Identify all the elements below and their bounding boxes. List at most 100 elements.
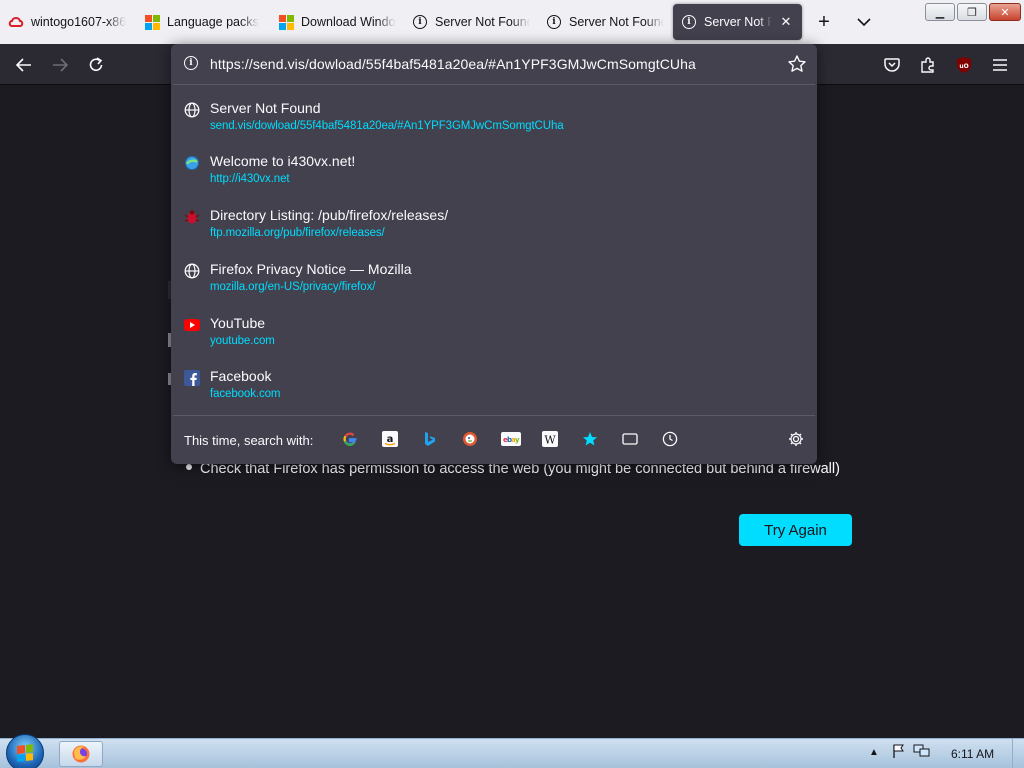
amazon-icon[interactable]: a <box>381 430 399 448</box>
result-url: facebook.com <box>210 388 281 400</box>
try-again-button[interactable]: Try Again <box>739 514 852 546</box>
result-url: http://i430vx.net <box>210 173 290 185</box>
duckduckgo-icon[interactable] <box>461 430 479 448</box>
youtube-icon <box>184 317 200 333</box>
ebay-icon[interactable]: ebay <box>501 430 521 448</box>
history-clock-icon[interactable] <box>661 430 679 448</box>
tab-download-windows[interactable]: Download Windo <box>270 0 404 44</box>
ublock-origin-icon: uO <box>957 57 971 73</box>
show-hidden-icons-arrow[interactable]: ▲ <box>869 747 879 758</box>
google-icon[interactable] <box>341 430 359 448</box>
chevron-down-icon <box>857 17 871 26</box>
facebook-icon <box>184 370 200 386</box>
pocket-button[interactable] <box>877 50 907 80</box>
info-icon: i <box>412 14 428 30</box>
ublock-origin-button[interactable]: uO <box>949 50 979 80</box>
result-title: Facebook <box>210 368 272 384</box>
result-title: YouTube <box>210 315 266 331</box>
tab-server-not-found-2[interactable]: i Server Not Found <box>538 0 672 44</box>
globe-icon <box>184 263 200 279</box>
tab-strip: wintogo1607-x86 Language packs Download … <box>0 0 1024 44</box>
tab-label: Download Windo <box>301 15 396 29</box>
bullet-dot <box>186 464 192 470</box>
network-icon[interactable] <box>913 743 931 762</box>
info-icon: i <box>546 14 562 30</box>
tab-server-not-found-active[interactable]: i Server Not Fou ✕ <box>673 4 802 40</box>
url-result-item[interactable]: Server Not Found send.vis/dowload/55f4ba… <box>171 100 817 152</box>
bug-icon <box>184 209 200 225</box>
one-off-search-bar: This time, search with: a ebay W <box>171 424 817 456</box>
back-arrow-icon <box>16 58 31 72</box>
show-desktop-button[interactable] <box>1012 739 1024 768</box>
close-window-button[interactable]: ✕ <box>989 3 1021 21</box>
result-title: Server Not Found <box>210 100 321 116</box>
url-result-item[interactable]: YouTube youtube.com <box>171 315 817 367</box>
bookmark-star-icon[interactable] <box>787 54 807 74</box>
info-icon: i <box>681 14 697 30</box>
back-button[interactable] <box>9 50 39 80</box>
extensions-button[interactable] <box>913 50 943 80</box>
bing-icon[interactable] <box>421 430 439 448</box>
search-with-label: This time, search with: <box>184 433 314 448</box>
close-tab-icon[interactable]: ✕ <box>778 14 794 30</box>
result-url: send.vis/dowload/55f4baf5481a20ea/#An1YP… <box>210 120 564 132</box>
tab-server-not-found-1[interactable]: i Server Not Found <box>404 0 538 44</box>
windows-taskbar: ▲ 6:11 AM <box>0 734 1024 768</box>
taskbar-firefox-button[interactable] <box>59 741 103 767</box>
svg-text:W: W <box>544 434 556 447</box>
divider <box>173 84 815 85</box>
url-result-item[interactable]: Directory Listing: /pub/firefox/releases… <box>171 207 817 259</box>
microsoft-logo-icon <box>144 14 160 30</box>
reload-button[interactable] <box>81 50 111 80</box>
ie-globe-icon <box>184 155 200 171</box>
tab-label: wintogo1607-x86 <box>31 15 126 29</box>
reload-icon <box>89 57 103 71</box>
url-result-item[interactable]: Welcome to i430vx.net! http://i430vx.net <box>171 153 817 205</box>
wikipedia-icon[interactable]: W <box>541 430 559 448</box>
tab-label: Server Not Fou <box>704 15 772 29</box>
forward-button[interactable] <box>45 50 75 80</box>
maximize-button[interactable]: ❐ <box>957 3 987 21</box>
tabs-icon[interactable] <box>621 430 639 448</box>
new-tab-button[interactable]: + <box>810 8 838 36</box>
url-input[interactable]: i https://send.vis/dowload/55f4baf5481a2… <box>171 44 817 84</box>
microsoft-logo-icon <box>278 14 294 30</box>
clock[interactable]: 6:11 AM <box>951 747 994 761</box>
start-button[interactable] <box>6 734 44 768</box>
pocket-icon <box>884 57 900 72</box>
tab-label: Server Not Found <box>569 15 664 29</box>
url-bar-dropdown: i https://send.vis/dowload/55f4baf5481a2… <box>171 44 817 464</box>
puzzle-icon <box>921 57 934 73</box>
minimize-icon: ▁ <box>935 6 945 19</box>
url-result-item[interactable]: Firefox Privacy Notice — Mozilla mozilla… <box>171 261 817 313</box>
url-result-item[interactable]: Facebook facebook.com <box>171 368 817 420</box>
hamburger-menu-icon <box>993 59 1007 71</box>
creative-cloud-icon <box>8 14 24 30</box>
divider <box>173 415 815 416</box>
result-title: Directory Listing: /pub/firefox/releases… <box>210 207 449 223</box>
svg-text:uO: uO <box>959 63 968 70</box>
forward-arrow-icon <box>53 58 68 72</box>
url-input-text[interactable]: https://send.vis/dowload/55f4baf5481a20e… <box>210 56 696 72</box>
search-settings-gear-icon[interactable] <box>787 430 805 448</box>
menu-button[interactable] <box>985 50 1015 80</box>
result-url: ftp.mozilla.org/pub/firefox/releases/ <box>210 227 385 239</box>
tab-language-packs[interactable]: Language packs <box>136 0 270 44</box>
site-info-icon[interactable]: i <box>184 56 198 70</box>
windows-logo-icon <box>17 744 33 762</box>
firefox-icon <box>72 745 90 763</box>
globe-icon <box>184 102 200 118</box>
tab-wintogo[interactable]: wintogo1607-x86 <box>0 0 134 44</box>
svg-text:a: a <box>387 434 394 445</box>
minimize-button[interactable]: ▁ <box>925 3 955 21</box>
close-icon: ✕ <box>1000 6 1010 19</box>
action-center-flag-icon[interactable] <box>891 743 907 762</box>
result-title: Firefox Privacy Notice — Mozilla <box>210 261 412 277</box>
result-url: youtube.com <box>210 335 275 347</box>
result-title: Welcome to i430vx.net! <box>210 153 356 169</box>
result-url: mozilla.org/en-US/privacy/firefox/ <box>210 281 376 293</box>
bookmarks-star-icon[interactable] <box>581 430 599 448</box>
plus-icon: + <box>818 10 830 33</box>
tab-label: Language packs <box>167 15 259 29</box>
list-all-tabs-button[interactable] <box>850 8 878 36</box>
